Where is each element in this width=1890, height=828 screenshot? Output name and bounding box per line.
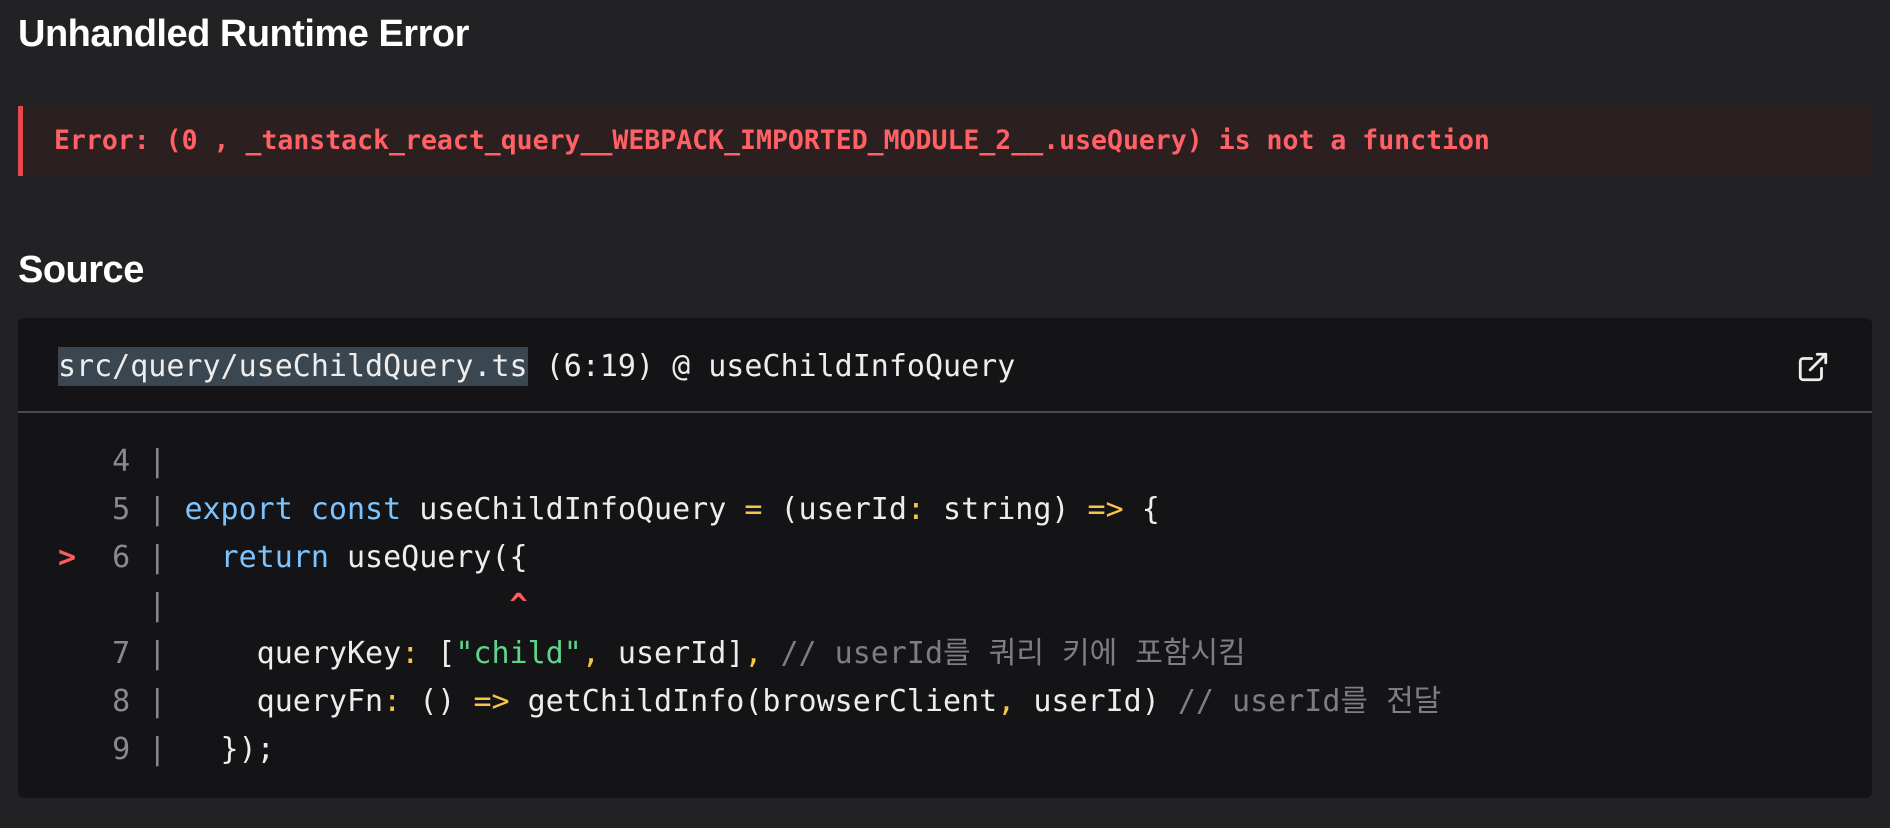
token-operator: , [744,636,763,671]
source-heading: Source [18,249,144,291]
line-marker [58,732,94,767]
page-title: Unhandled Runtime Error [18,13,469,55]
code-line-4: 4 | [58,438,1441,486]
token-operator: : [906,492,925,527]
line-marker [58,444,94,479]
open-in-editor-button[interactable] [1796,350,1830,384]
token-text: (userId [762,492,907,527]
token-keyword: return [220,540,329,575]
line-gutter: 9 | [94,732,185,767]
token-operator: , [581,636,600,671]
token-operator: , [997,684,1016,719]
code-line-8: 8 | queryFn: () => getChildInfo(browserC… [58,678,1441,726]
token-text: }); [184,732,275,767]
token-operator: : [401,636,420,671]
token-string: "child" [455,636,582,671]
location-suffix: (6:19) @ useChildInfoQuery [527,349,1016,384]
error-line-marker: > [58,540,95,575]
token-text: userId) [1015,684,1178,719]
token-text: useChildInfoQuery [401,492,745,527]
token-operator: => [473,684,510,719]
code-line-6-error: > 6 | return useQuery({ [58,534,1441,582]
token-text: userId] [599,636,745,671]
token-text: [ [419,636,456,671]
code-line-7: 7 | queryKey: ["child", userId], // user… [58,630,1441,678]
error-caret-line: | ^ [58,582,1441,630]
token-text: string) [924,492,1088,527]
token-text: { [1123,492,1160,527]
line-gutter: | [94,588,185,623]
error-message: Error: (0 , _tanstack_react_query__WEBPA… [54,125,1490,156]
line-marker [58,492,94,527]
line-gutter: 4 | [94,444,185,479]
code-snippet: 4 | 5 | export const useChildInfoQuery =… [58,438,1441,774]
token-keyword: const [310,492,402,527]
token-operator: => [1087,492,1124,527]
token-keyword: export [184,492,293,527]
line-marker [58,588,94,623]
token-operator: = [744,492,763,527]
code-frame: src/query/useChildQuery.ts (6:19) @ useC… [18,318,1872,798]
token-text: queryFn [184,684,384,719]
error-caret: ^ [509,588,528,623]
line-gutter: 8 | [94,684,185,719]
code-line-9: 9 | }); [58,726,1441,774]
token-text: useQuery({ [328,540,528,575]
token-comment: // userId를 쿼리 키에 포함시킴 [780,636,1246,671]
line-marker [58,636,94,671]
token-operator: : [383,684,402,719]
line-marker [58,684,94,719]
code-frame-header: src/query/useChildQuery.ts (6:19) @ useC… [18,318,1872,413]
token-text: getChildInfo(browserClient [509,684,998,719]
file-path-link[interactable]: src/query/useChildQuery.ts [58,347,528,386]
token-text: () [401,684,474,719]
line-gutter: 6 | [94,540,185,575]
line-gutter: 5 | [94,492,185,527]
line-gutter: 7 | [94,636,185,671]
caret-padding [184,588,509,623]
source-location: src/query/useChildQuery.ts (6:19) @ useC… [58,344,1015,390]
external-link-icon [1798,352,1828,382]
token-text: queryKey [184,636,402,671]
code-line-5: 5 | export const useChildInfoQuery = (us… [58,486,1441,534]
token-comment: // userId를 전달 [1177,684,1442,719]
